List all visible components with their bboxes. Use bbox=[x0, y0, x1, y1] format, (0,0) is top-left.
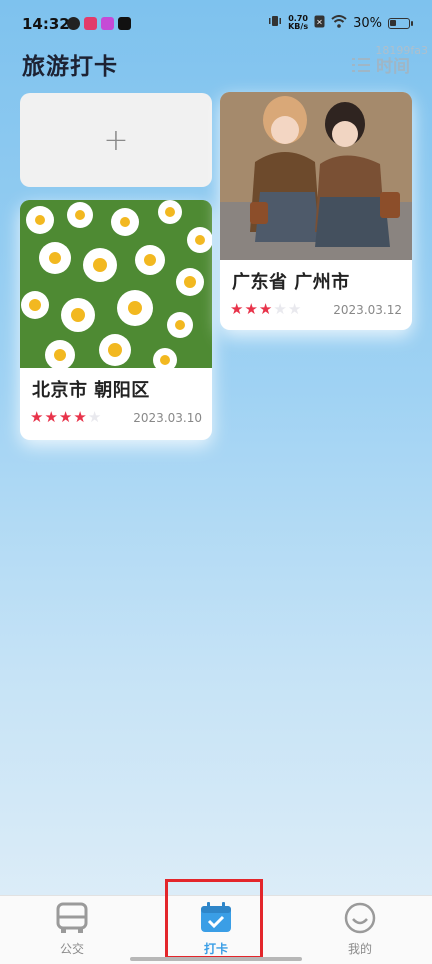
network-speed-unit: KB/s bbox=[288, 22, 309, 31]
card-location: 北京市 朝阳区 bbox=[32, 380, 150, 401]
star-icon: ★ bbox=[258, 300, 273, 318]
checkin-card[interactable]: 广东省 广州市 ★ ★ ★ ★ ★ 2023.03.12 bbox=[220, 92, 412, 330]
app-notification-icon bbox=[84, 17, 97, 30]
nav-item-mine[interactable]: 我的 bbox=[310, 902, 410, 957]
battery-icon bbox=[388, 17, 413, 29]
star-icon: ★ bbox=[30, 408, 44, 426]
status-time: 14:32 bbox=[22, 15, 70, 33]
network-speed: 0.70 KB/s bbox=[288, 15, 308, 31]
card-meta: ★ ★ ★ ★ ★ 2023.03.10 bbox=[20, 402, 212, 425]
bus-icon bbox=[55, 902, 89, 938]
rating-stars: ★ ★ ★ ★ ★ bbox=[30, 410, 101, 425]
star-icon: ★ bbox=[87, 408, 102, 426]
checkin-card[interactable]: 北京市 朝阳区 ★ ★ ★ ★ ★ 2023.03.10 bbox=[20, 200, 212, 440]
tiktok-icon bbox=[118, 17, 131, 30]
svg-text:×: × bbox=[316, 17, 323, 26]
card-date: 2023.03.12 bbox=[333, 302, 402, 317]
sim-icon: × bbox=[314, 15, 325, 32]
star-icon: ★ bbox=[73, 408, 87, 426]
card-location: 广东省 广州市 bbox=[232, 272, 350, 293]
checkin-photo bbox=[20, 200, 212, 368]
sort-by-time-button[interactable]: 时间 bbox=[352, 52, 410, 77]
card-date: 2023.03.10 bbox=[133, 410, 202, 425]
add-checkin-card[interactable]: + bbox=[20, 93, 212, 187]
app-notification-icon bbox=[101, 17, 114, 30]
status-right: 0.70 KB/s × 30% bbox=[268, 14, 413, 32]
battery-percent: 30% bbox=[353, 15, 382, 31]
star-icon: ★ bbox=[230, 300, 244, 318]
vibrate-icon bbox=[268, 14, 282, 32]
rating-stars: ★ ★ ★ ★ ★ bbox=[230, 302, 301, 317]
smile-icon bbox=[343, 902, 377, 938]
nav-item-bus[interactable]: 公交 bbox=[22, 902, 122, 957]
star-icon: ★ bbox=[244, 300, 258, 318]
nav-label: 我的 bbox=[347, 942, 372, 956]
sort-label: 时间 bbox=[376, 57, 410, 77]
card-meta: ★ ★ ★ ★ ★ 2023.03.12 bbox=[220, 294, 412, 317]
star-icon: ★ bbox=[273, 300, 287, 318]
checkin-photo bbox=[220, 92, 412, 260]
list-icon bbox=[352, 57, 370, 73]
star-icon: ★ bbox=[58, 408, 73, 426]
app-notification-icon bbox=[67, 17, 80, 30]
highlight-box bbox=[165, 879, 263, 959]
plus-icon: + bbox=[103, 122, 129, 158]
nav-label: 公交 bbox=[59, 942, 84, 956]
notification-icons bbox=[67, 17, 131, 30]
page-title: 旅游打卡 bbox=[22, 54, 118, 80]
status-bar: 14:32 0.70 KB/s × 30% bbox=[0, 0, 432, 50]
wifi-icon bbox=[331, 14, 347, 32]
home-indicator[interactable] bbox=[130, 957, 302, 961]
star-icon: ★ bbox=[287, 300, 302, 318]
star-icon: ★ bbox=[44, 408, 58, 426]
